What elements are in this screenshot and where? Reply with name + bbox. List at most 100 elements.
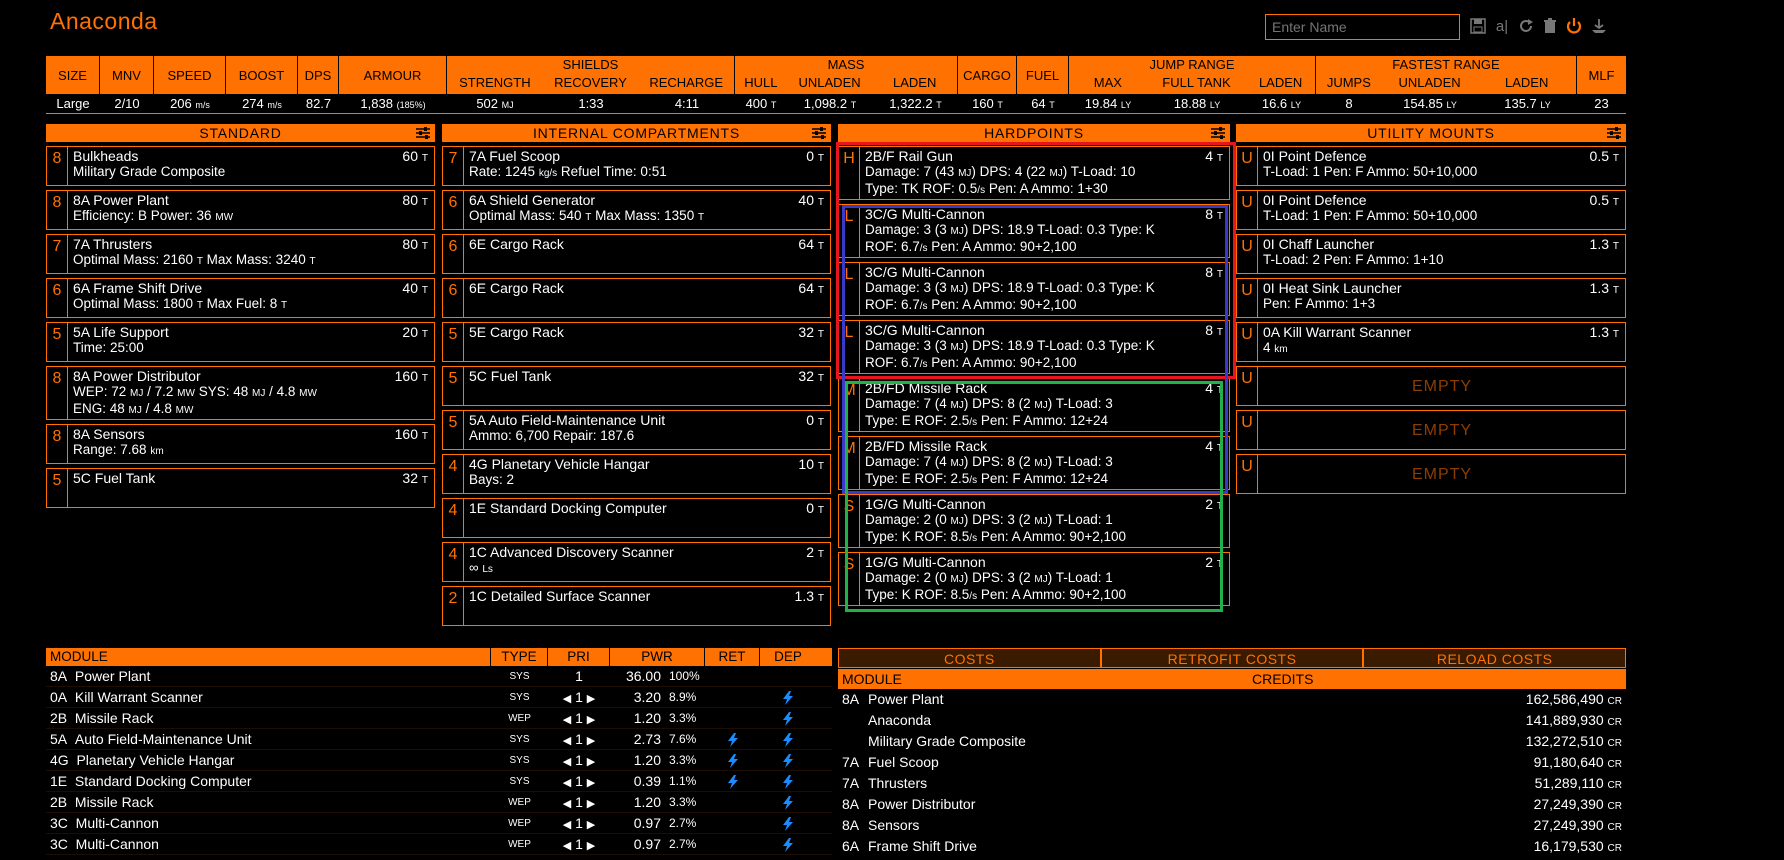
standard-slot[interactable]: 8 8A Sensors Range: 7.68 km 160 T [46,424,435,464]
utility-slot[interactable]: U EMPTY [1236,410,1626,450]
row-deployed[interactable] [760,750,816,770]
cost-row[interactable]: Military Grade Composite 132,272,510 CR [838,731,1626,752]
row-priority[interactable]: ◀ 1 ▶ [548,771,610,791]
save-icon[interactable] [1467,14,1489,38]
rename-icon[interactable]: a| [1491,14,1513,38]
reload-icon[interactable] [1515,14,1537,38]
internal-slot[interactable]: 6 6E Cargo Rack 64 T [442,234,831,274]
internal-slot[interactable]: 2 1C Detailed Surface Scanner 1.3 T [442,586,831,626]
power-table-row[interactable]: 4G Planetary Vehicle Hangar SYS ◀ 1 ▶ 1.20 3… [46,750,832,771]
hardpoint-slot[interactable]: H 2B/F Rail Gun Damage: 7 (43 MJ) DPS: 4 (… [838,146,1230,200]
internal-slot[interactable]: 5 5A Auto Field-Maintenance Unit Ammo: 6,7… [442,410,831,450]
row-priority[interactable]: ◀ 1 ▶ [548,813,610,833]
standard-slot[interactable]: 8 Bulkheads Military Grade Composite 60 T [46,146,435,186]
row-deployed[interactable] [760,666,816,686]
row-priority[interactable]: 1 [548,666,610,686]
internal-slot[interactable]: 5 5E Cargo Rack 32 T [442,322,831,362]
cost-row[interactable]: 8A Power Plant 162,586,490 CR [838,689,1626,710]
row-retracted[interactable] [705,750,760,770]
power-table-row[interactable]: 2B Missile Rack WEP ◀ 1 ▶ 1.20 3.3% [46,708,832,729]
cost-row[interactable]: 7A Fuel Scoop 91,180,640 CR [838,752,1626,773]
standard-slot[interactable]: 6 6A Frame Shift Drive Optimal Mass: 1800 … [46,278,435,318]
delete-icon[interactable] [1539,14,1561,38]
col-dep[interactable]: DEP [760,648,816,666]
standard-slot[interactable]: 5 5A Life Support Time: 25:00 20 T [46,322,435,362]
row-retracted[interactable] [705,792,760,812]
col-type[interactable]: TYPE [491,648,548,666]
cost-row[interactable]: 7A Thrusters 51,289,110 CR [838,773,1626,794]
filter-icon[interactable] [415,125,431,141]
row-retracted[interactable] [705,687,760,707]
col-ret[interactable]: RET [705,648,760,666]
power-table-row[interactable]: 3C Multi-Cannon WEP ◀ 1 ▶ 0.97 2.7% [46,813,832,834]
tab-reload-costs[interactable]: RELOAD COSTS [1363,648,1627,668]
row-deployed[interactable] [760,729,816,749]
row-deployed[interactable] [760,834,816,854]
standard-slot[interactable]: 5 5C Fuel Tank 32 T [46,468,435,508]
build-name-input[interactable] [1265,14,1460,40]
row-deployed[interactable] [760,771,816,791]
hardpoint-slot[interactable]: L 3C/G Multi-Cannon Damage: 3 (3 MJ) DPS: … [838,320,1230,374]
row-priority[interactable]: ◀ 1 ▶ [548,687,610,707]
cost-row[interactable]: 6A Frame Shift Drive 16,179,530 CR [838,836,1626,857]
power-table-row[interactable]: 2B Missile Rack WEP ◀ 1 ▶ 1.20 3.3% [46,792,832,813]
row-retracted[interactable] [705,666,760,686]
power-table-row[interactable]: 5A Auto Field-Maintenance Unit SYS ◀ 1 ▶ 2.… [46,729,832,750]
utility-slot[interactable]: U 0I Point Defence T-Load: 1 Pen: F Ammo: … [1236,146,1626,186]
hardpoint-slot[interactable]: M 2B/FD Missile Rack Damage: 7 (4 MJ) DPS:… [838,436,1230,490]
row-retracted[interactable] [705,771,760,791]
internal-slot[interactable]: 4 1C Advanced Discovery Scanner ∞ Ls 2 T [442,542,831,582]
internal-slot[interactable]: 4 4G Planetary Vehicle Hangar Bays: 2 10 T [442,454,831,494]
hardpoint-slot[interactable]: M 2B/FD Missile Rack Damage: 7 (4 MJ) DPS:… [838,378,1230,432]
row-priority[interactable]: ◀ 1 ▶ [548,729,610,749]
row-retracted[interactable] [705,729,760,749]
standard-slot[interactable]: 7 7A Thrusters Optimal Mass: 2160 T Max Ma… [46,234,435,274]
power-table-row[interactable]: 3C Multi-Cannon WEP ◀ 1 ▶ 0.97 2.7% [46,834,832,855]
utility-slot[interactable]: U 0I Point Defence T-Load: 1 Pen: F Ammo: … [1236,190,1626,230]
cost-row[interactable]: 8A Sensors 27,249,390 CR [838,815,1626,836]
row-priority[interactable]: ◀ 1 ▶ [548,834,610,854]
row-deployed[interactable] [760,813,816,833]
filter-icon[interactable] [1210,125,1226,141]
internal-slot[interactable]: 5 5C Fuel Tank 32 T [442,366,831,406]
row-retracted[interactable] [705,834,760,854]
col-pwr[interactable]: PWR [610,648,705,666]
utility-slot[interactable]: U EMPTY [1236,454,1626,494]
row-priority[interactable]: ◀ 1 ▶ [548,708,610,728]
internal-slot[interactable]: 4 1E Standard Docking Computer 0 T [442,498,831,538]
row-deployed[interactable] [760,687,816,707]
row-deployed[interactable] [760,792,816,812]
col-module[interactable]: MODULE [46,648,491,666]
costs-col-credits[interactable]: CREDITS [1248,669,1626,689]
utility-slot[interactable]: U 0I Chaff Launcher T-Load: 2 Pen: F Ammo:… [1236,234,1626,274]
filter-icon[interactable] [1606,125,1622,141]
hardpoint-slot[interactable]: S 1G/G Multi-Cannon Damage: 2 (0 MJ) DPS: … [838,494,1230,548]
hardpoint-slot[interactable]: S 1G/G Multi-Cannon Damage: 2 (0 MJ) DPS: … [838,552,1230,606]
cost-row[interactable]: Anaconda 141,889,930 CR [838,710,1626,731]
power-icon[interactable] [1563,14,1585,38]
internal-slot[interactable]: 6 6A Shield Generator Optimal Mass: 540 T … [442,190,831,230]
standard-slot[interactable]: 8 8A Power Distributor WEP: 72 MJ / 7.2 MW… [46,366,435,420]
filter-icon[interactable] [811,125,827,141]
hardpoint-slot[interactable]: L 3C/G Multi-Cannon Damage: 3 (3 MJ) DPS: … [838,262,1230,316]
row-priority[interactable]: ◀ 1 ▶ [548,792,610,812]
cost-row[interactable]: 8A Power Distributor 27,249,390 CR [838,794,1626,815]
hardpoint-slot[interactable]: L 3C/G Multi-Cannon Damage: 3 (3 MJ) DPS: … [838,204,1230,258]
tab-costs[interactable]: COSTS [838,648,1101,668]
internal-slot[interactable]: 7 7A Fuel Scoop Rate: 1245 kg/s Refuel Tim… [442,146,831,186]
row-retracted[interactable] [705,813,760,833]
ship-icon[interactable] [1588,14,1610,38]
power-table-row[interactable]: 8A Power Plant SYS 1 36.00 100% [46,666,832,687]
standard-slot[interactable]: 8 8A Power Plant Efficiency: B Power: 36 M… [46,190,435,230]
row-priority[interactable]: ◀ 1 ▶ [548,750,610,770]
internal-slot[interactable]: 6 6E Cargo Rack 64 T [442,278,831,318]
utility-slot[interactable]: U 0I Heat Sink Launcher Pen: F Ammo: 1+3 1.… [1236,278,1626,318]
power-table-row[interactable]: 1E Standard Docking Computer SYS ◀ 1 ▶ 0.39… [46,771,832,792]
tab-retrofit-costs[interactable]: RETROFIT COSTS [1100,648,1364,668]
row-retracted[interactable] [705,708,760,728]
utility-slot[interactable]: U EMPTY [1236,366,1626,406]
col-pri[interactable]: PRI [548,648,610,666]
utility-slot[interactable]: U 0A Kill Warrant Scanner 4 km 1.3 T [1236,322,1626,362]
row-deployed[interactable] [760,708,816,728]
costs-col-module[interactable]: MODULE [838,669,1248,689]
